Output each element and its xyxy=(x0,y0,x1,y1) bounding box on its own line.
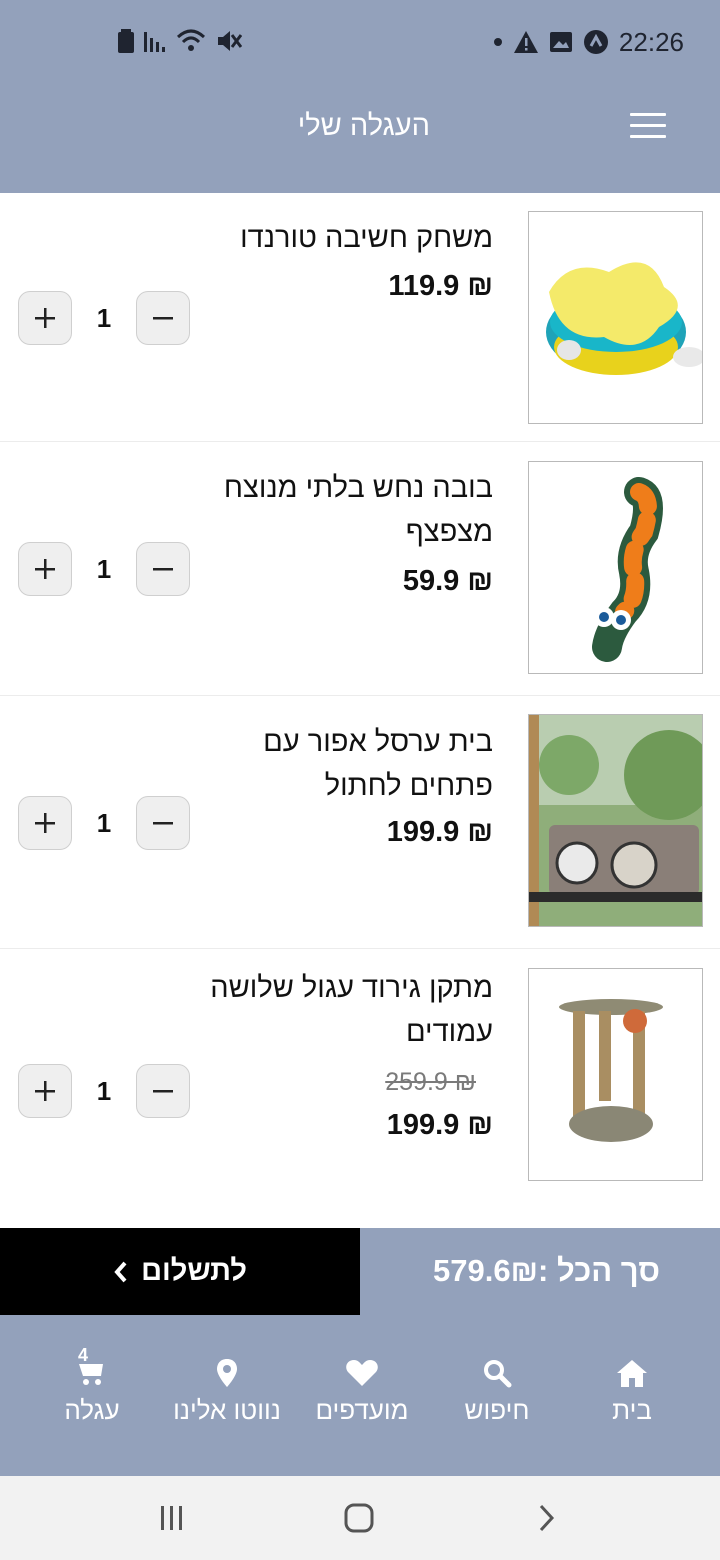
location-pin-icon xyxy=(217,1359,237,1387)
app-notification-icon xyxy=(583,30,608,54)
home-icon xyxy=(617,1360,647,1387)
chevron-left-icon xyxy=(114,1261,127,1282)
dot-icon xyxy=(493,38,502,46)
quantity-value: 1 xyxy=(96,303,112,333)
checkout-button[interactable]: לתשלום xyxy=(0,1228,360,1315)
bottom-navigation: 4 עגלה נווטו אלינו מועדפים חיפוש בית xyxy=(0,1315,720,1476)
recent-apps-button[interactable] xyxy=(142,1498,202,1538)
product-image[interactable] xyxy=(528,211,703,424)
checkout-label: לתשלום xyxy=(141,1255,247,1287)
minus-icon xyxy=(153,317,173,320)
cart-screen: 22:26 העגלה שלי משחק חשיבה טורנדו 119.9 … xyxy=(0,0,720,1560)
product-image[interactable] xyxy=(528,461,703,674)
mute-icon xyxy=(218,31,242,51)
quantity-stepper: 1 xyxy=(18,291,190,345)
decrease-quantity-button[interactable] xyxy=(136,542,190,596)
product-price: 199.9 ₪ xyxy=(386,816,493,848)
snake-toy-image xyxy=(592,477,663,662)
product-name[interactable]: משחק חשיבה טורנדו xyxy=(193,216,493,260)
increase-quantity-button[interactable] xyxy=(18,1064,72,1118)
plus-icon xyxy=(35,813,55,833)
cart-count-badge: 4 xyxy=(78,1345,89,1365)
product-price: 119.9 ₪ xyxy=(388,270,493,302)
quantity-value: 1 xyxy=(96,1076,112,1106)
cart-item: בובה נחש בלתי מנוצח מצפצף 59.9 ₪ 1 xyxy=(0,442,720,696)
quantity-value: 1 xyxy=(96,808,112,838)
cat-hammock-image xyxy=(529,715,702,926)
nav-home-label: בית xyxy=(612,1395,652,1425)
status-icons-right: 22:26 xyxy=(493,22,684,62)
increase-quantity-button[interactable] xyxy=(18,542,72,596)
plus-icon xyxy=(35,559,55,579)
product-image[interactable] xyxy=(528,714,703,927)
home-circle-icon xyxy=(344,1503,374,1533)
original-price: 259.9 ₪ xyxy=(385,1068,476,1096)
system-navigation-bar xyxy=(0,1476,720,1560)
status-bar: 22:26 xyxy=(0,0,720,82)
minus-icon xyxy=(153,1090,173,1093)
plus-icon xyxy=(35,1081,55,1101)
minus-icon xyxy=(153,568,173,571)
increase-quantity-button[interactable] xyxy=(18,291,72,345)
cart-total: סך הכל :579.6₪ xyxy=(433,1253,660,1288)
cart-item: מתקן גירוד עגול שלושה עמודים 259.9 ₪ 199… xyxy=(0,949,720,1228)
menu-icon xyxy=(630,113,666,116)
image-icon xyxy=(549,32,572,52)
page-title: העגלה שלי xyxy=(297,110,430,142)
signal-icon xyxy=(144,32,165,52)
quantity-stepper: 1 xyxy=(18,1064,190,1118)
decrease-quantity-button[interactable] xyxy=(136,291,190,345)
puzzle-toy-image xyxy=(546,262,702,375)
quantity-stepper: 1 xyxy=(18,796,190,850)
total-box: סך הכל :579.6₪ xyxy=(360,1228,720,1315)
quantity-stepper: 1 xyxy=(18,542,190,596)
product-name[interactable]: בובה נחש בלתי מנוצח מצפצף xyxy=(193,466,493,554)
menu-button[interactable] xyxy=(630,113,666,139)
nav-home[interactable]: בית xyxy=(552,1355,712,1426)
cart-item: בית ערסל אפור עם פתחים לחתול 199.9 ₪ 1 xyxy=(0,696,720,949)
checkout-bar: לתשלום סך הכל :579.6₪ xyxy=(0,1228,720,1315)
warning-icon xyxy=(513,31,538,53)
menu-icon-line xyxy=(630,124,666,127)
recent-apps-icon xyxy=(161,1506,182,1530)
back-button[interactable] xyxy=(516,1498,576,1538)
wifi-icon xyxy=(176,29,206,51)
heart-icon xyxy=(346,1360,378,1386)
app-header: העגלה שלי xyxy=(0,82,720,193)
increase-quantity-button[interactable] xyxy=(18,796,72,850)
scratching-post-image xyxy=(529,969,702,1180)
home-system-button[interactable] xyxy=(329,1498,389,1538)
minus-icon xyxy=(153,822,173,825)
battery-icon xyxy=(118,29,134,53)
product-price: 199.9 ₪ xyxy=(386,1109,493,1141)
product-image[interactable] xyxy=(528,968,703,1181)
menu-icon-line xyxy=(630,135,666,138)
quantity-value: 1 xyxy=(96,554,112,584)
search-icon xyxy=(484,1360,512,1388)
plus-icon xyxy=(35,308,55,328)
product-price: 59.9 ₪ xyxy=(402,565,493,597)
product-name[interactable]: מתקן גירוד עגול שלושה עמודים xyxy=(193,966,493,1054)
status-icons-left xyxy=(118,26,242,56)
back-chevron-icon xyxy=(539,1504,555,1532)
decrease-quantity-button[interactable] xyxy=(136,796,190,850)
cart-item: משחק חשיבה טורנדו 119.9 ₪ 1 xyxy=(0,193,720,442)
decrease-quantity-button[interactable] xyxy=(136,1064,190,1118)
clock: 22:26 xyxy=(618,26,684,57)
product-name[interactable]: בית ערסל אפור עם פתחים לחתול xyxy=(193,720,493,808)
